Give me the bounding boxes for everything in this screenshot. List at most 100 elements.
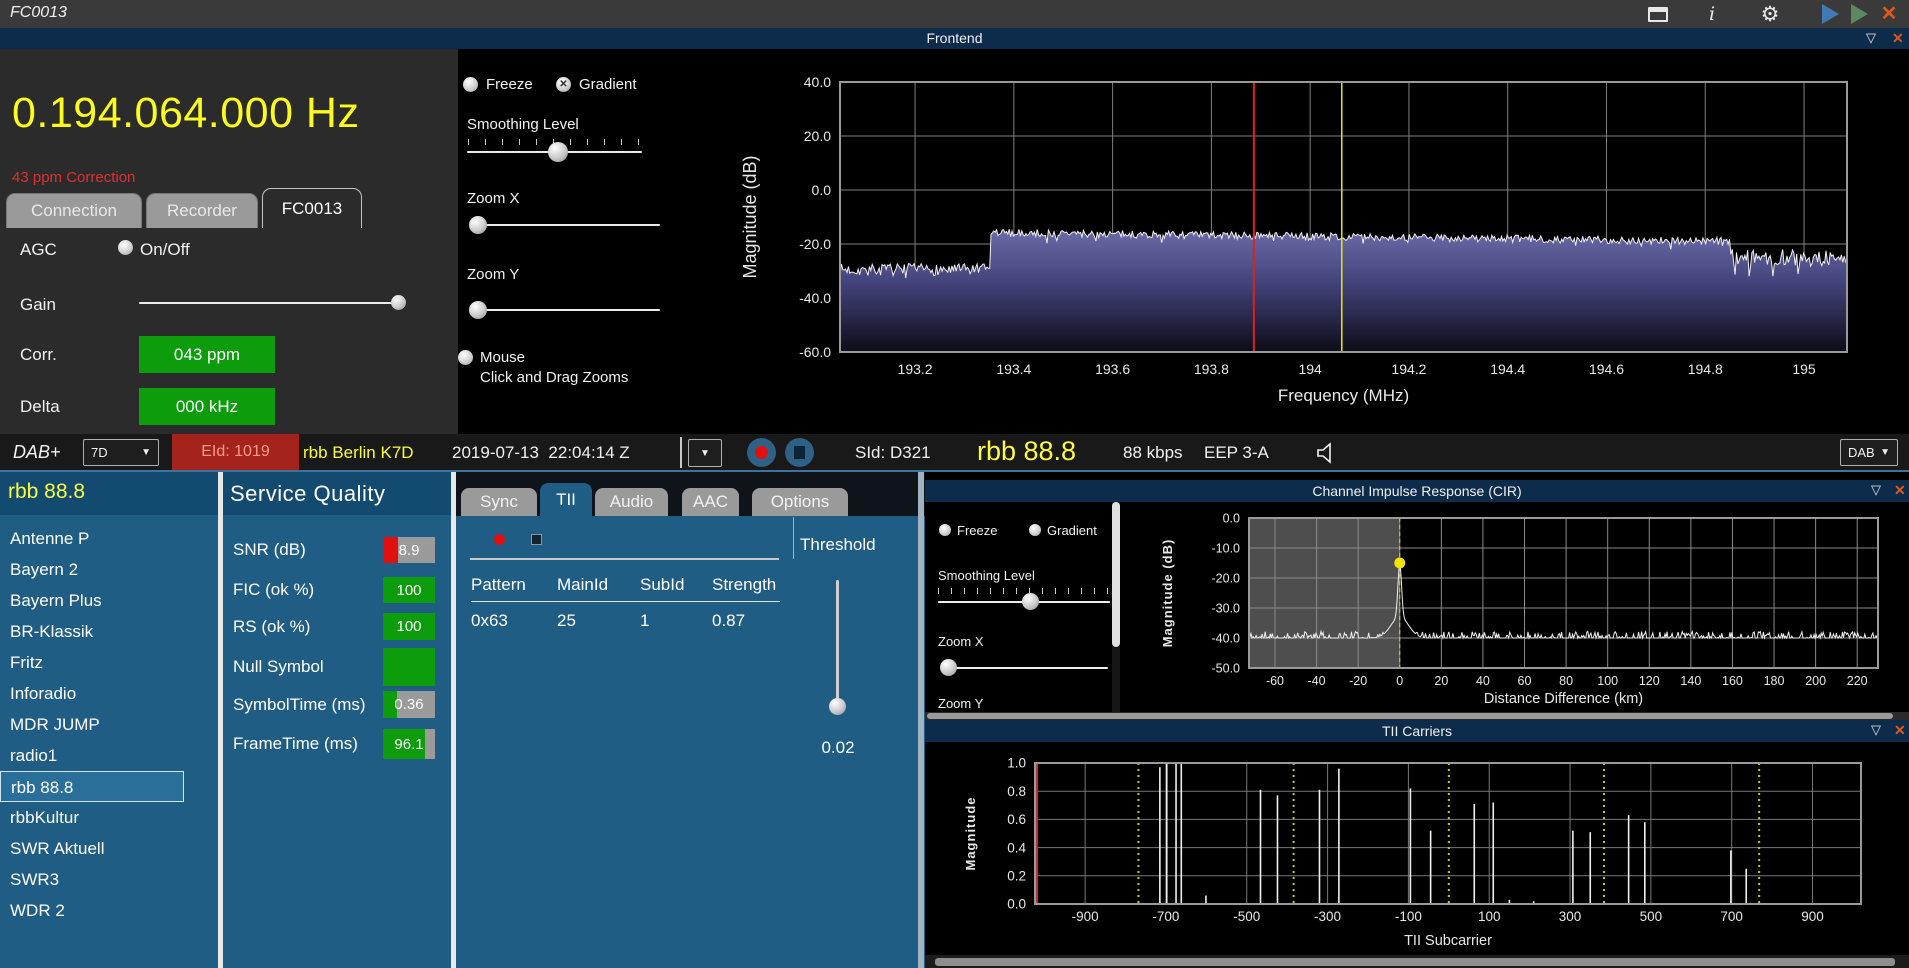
agc-option-label: On/Off: [140, 240, 190, 260]
svg-text:-100: -100: [1395, 909, 1422, 924]
tii-stop-icon[interactable]: [531, 534, 542, 545]
tii-hscrollbar[interactable]: [925, 955, 1909, 968]
close-app-icon[interactable]: ✕: [1877, 3, 1901, 25]
corr-label: Corr.: [20, 345, 57, 365]
tuner-tab-recorder[interactable]: Recorder: [146, 193, 258, 228]
cir-gradient-radio[interactable]: [1029, 524, 1041, 536]
cir-scrollbar[interactable]: [1112, 502, 1120, 712]
tii-record-icon[interactable]: [494, 534, 505, 545]
service-item[interactable]: MDR JUMP: [0, 709, 218, 740]
frequency-display: 0.194.064.000 Hz: [12, 89, 360, 138]
cir-freeze-label: Freeze: [957, 523, 997, 538]
quality-bar-value: 96.1: [383, 729, 435, 759]
frontend-close-icon[interactable]: ✕: [1892, 30, 1904, 47]
service-item[interactable]: Bayern 2: [0, 554, 218, 585]
stop-button[interactable]: [785, 438, 814, 467]
cir-collapse-icon[interactable]: ▽: [1871, 482, 1881, 498]
spectrum-zoomx-handle[interactable]: [469, 216, 487, 234]
service-item[interactable]: SWR3: [0, 864, 218, 895]
svg-text:-20: -20: [1349, 674, 1367, 688]
tii-table: PatternMainIdSubIdStrength 0x632510.87: [471, 575, 780, 631]
service-item[interactable]: Antenne P: [0, 523, 218, 554]
tii-col-header: Strength: [712, 575, 780, 595]
cir-smoothing-handle[interactable]: [1022, 593, 1039, 610]
record-button[interactable]: [747, 438, 776, 467]
service-item[interactable]: rbbKultur: [0, 802, 218, 833]
cir-close-icon[interactable]: ✕: [1894, 482, 1906, 499]
detail-tab-aac[interactable]: AAC: [682, 488, 739, 516]
tuner-tab-fc0013[interactable]: FC0013: [262, 188, 362, 228]
svg-text:Magnitude: Magnitude: [963, 797, 978, 871]
detail-tab-options[interactable]: Options: [752, 488, 848, 516]
cir-freeze-radio[interactable]: [939, 524, 951, 536]
delta-value-box: 000 kHz: [139, 388, 275, 425]
service-item[interactable]: Bayern Plus: [0, 585, 218, 616]
service-item[interactable]: Fritz: [0, 647, 218, 678]
svg-text:Distance Difference (km): Distance Difference (km): [1484, 691, 1643, 707]
threshold-slider[interactable]: [836, 580, 839, 708]
threshold-value: 0.02: [808, 738, 868, 758]
service-item[interactable]: BR-Klassik: [0, 616, 218, 647]
service-item[interactable]: Inforadio: [0, 678, 218, 709]
spectrum-zoomy-label: Zoom Y: [467, 266, 519, 283]
service-item[interactable]: rbb 88.8: [0, 771, 184, 802]
output-select[interactable]: DAB▼: [1840, 439, 1898, 466]
cir-zoomx-slider[interactable]: [940, 667, 1108, 669]
scopes-column: Channel Impulse Response (CIR) ▽ ✕ Freez…: [925, 472, 1909, 968]
cir-title: Channel Impulse Response (CIR): [925, 483, 1909, 499]
detail-tab-tii[interactable]: TII: [540, 483, 592, 516]
svg-text:-900: -900: [1072, 909, 1099, 924]
agc-radio[interactable]: [118, 240, 133, 255]
play-green-icon[interactable]: [1847, 3, 1871, 25]
gain-slider[interactable]: [139, 302, 405, 304]
spectrum-zoomy-slider[interactable]: [470, 309, 660, 311]
detail-scrollbar[interactable]: [918, 472, 924, 968]
service-item[interactable]: radio1: [0, 740, 218, 771]
tuner-tabstrip: ConnectionRecorderFC0013: [0, 188, 458, 228]
svg-text:193.6: 193.6: [1095, 361, 1130, 377]
detail-tab-sync[interactable]: Sync: [461, 488, 537, 516]
spectrum-smoothing-label: Smoothing Level: [467, 116, 579, 133]
tuner-tab-connection[interactable]: Connection: [6, 193, 142, 228]
svg-text:Frequency (MHz): Frequency (MHz): [1278, 386, 1409, 405]
cir-smoothing-ticks: [938, 588, 1110, 594]
cir-zoomx-handle[interactable]: [940, 659, 957, 676]
svg-text:0.0: 0.0: [812, 182, 832, 198]
tii-col-header: Pattern: [471, 575, 557, 595]
frontend-collapse-icon[interactable]: ▽: [1866, 30, 1876, 46]
mouse-mode-radio[interactable]: [458, 350, 473, 365]
channel-select[interactable]: 7D▼: [83, 439, 159, 466]
spectrum-gradient-radio[interactable]: ✕: [556, 77, 571, 92]
quality-bar: 96.1: [383, 729, 435, 759]
spectrum-smoothing-handle[interactable]: [548, 142, 568, 162]
frontend-spectrum-plot[interactable]: 40.020.00.0-20.0-40.0-60.0193.2193.4193.…: [700, 49, 1909, 434]
service-dropdown-button[interactable]: ▼: [688, 439, 722, 467]
cir-hscrollbar[interactable]: [925, 712, 1909, 720]
spectrum-freeze-radio[interactable]: [463, 77, 478, 92]
svg-text:194: 194: [1298, 361, 1322, 377]
gain-slider-handle[interactable]: [391, 295, 406, 310]
info-icon[interactable]: i: [1700, 3, 1724, 25]
quality-bar: 0.36: [383, 691, 435, 718]
tii-col-header: MainId: [557, 575, 640, 595]
speaker-icon[interactable]: [1312, 439, 1340, 472]
threshold-label: Threshold: [800, 535, 876, 555]
spectrum-zoomy-handle[interactable]: [469, 301, 487, 319]
window-icon[interactable]: [1646, 3, 1670, 25]
play-blue-icon[interactable]: [1818, 3, 1842, 25]
service-item[interactable]: SWR Aktuell: [0, 833, 218, 864]
quality-bar: 100: [383, 613, 435, 640]
service-list-panel: rbb 88.8 Antenne PBayern 2Bayern PlusBR-…: [0, 472, 218, 968]
threshold-slider-handle[interactable]: [829, 698, 846, 715]
service-item[interactable]: WDR 2: [0, 895, 218, 926]
detail-tab-audio[interactable]: Audio: [595, 488, 668, 516]
tii-close-icon[interactable]: ✕: [1894, 722, 1906, 739]
tii-collapse-icon[interactable]: ▽: [1871, 722, 1881, 738]
settings-gear-icon[interactable]: ⚙: [1758, 3, 1782, 25]
cir-plot[interactable]: 0.0-10.0-20.0-30.0-40.0-50.0-60-40-20020…: [1125, 502, 1909, 712]
svg-text:200: 200: [1805, 674, 1826, 688]
quality-bar-value: [383, 648, 435, 686]
tii-carriers-plot[interactable]: 1.00.80.60.40.20.0-900-700-500-300-10010…: [925, 742, 1909, 955]
svg-text:-50.0: -50.0: [1212, 661, 1241, 675]
spectrum-zoomx-slider[interactable]: [470, 224, 660, 226]
